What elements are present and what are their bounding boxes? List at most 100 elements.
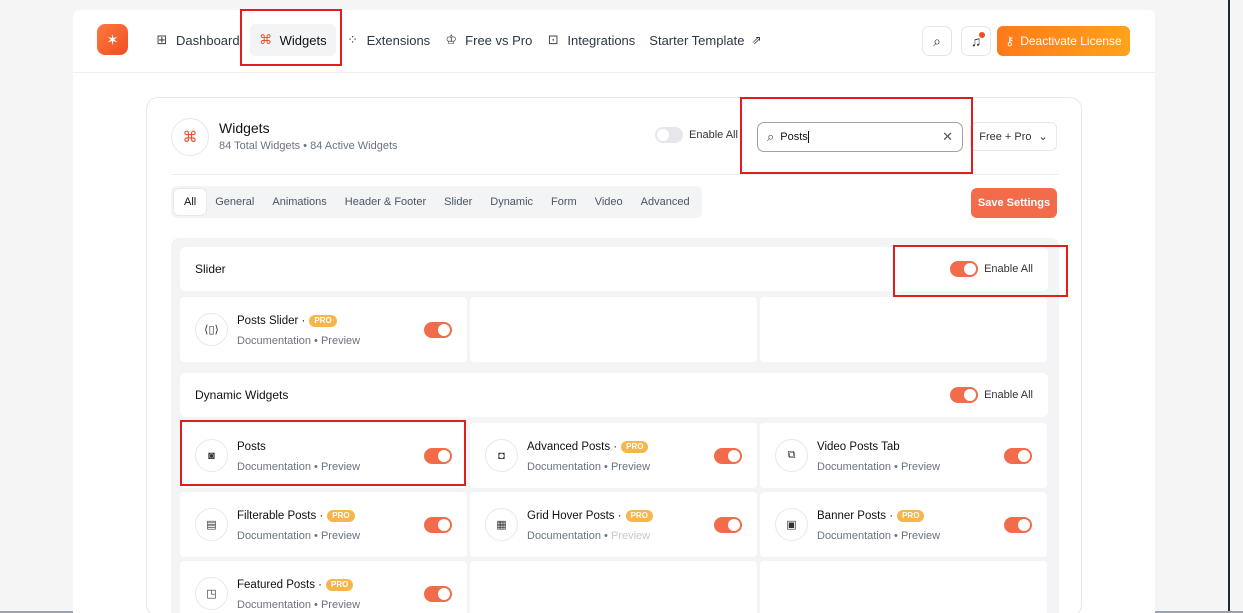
widget-toggle[interactable] — [424, 448, 452, 464]
nav-widgets[interactable]: ⌘ Widgets — [249, 24, 336, 56]
empty-card — [470, 297, 757, 362]
documentation-link[interactable]: Documentation — [817, 461, 891, 473]
search-field[interactable]: ⌕ Posts ✕ — [757, 122, 963, 152]
pro-badge: PRO — [621, 441, 649, 453]
section-header-slider: Slider Enable All — [180, 247, 1048, 291]
preview-link[interactable]: Preview — [321, 530, 360, 542]
plan-filter-select[interactable]: Free + Pro ⌄ — [970, 122, 1057, 151]
widget-card-grid-hover-posts: ▦ Grid Hover Posts · PRO Documentation • … — [470, 492, 757, 557]
tab-advanced[interactable]: Advanced — [632, 189, 699, 215]
widgets-count: 84 Total Widgets • 84 Active Widgets — [219, 140, 398, 152]
extensions-icon: ⁘ — [347, 32, 359, 47]
pro-badge: PRO — [897, 510, 925, 522]
widget-card-advanced-posts: ◘ Advanced Posts · PRO Documentation • Pr… — [470, 423, 757, 488]
deactivate-license-button[interactable]: ⚷ Deactivate License — [997, 26, 1130, 56]
puzzle-icon: ⊡ — [547, 32, 559, 47]
preview-link[interactable]: Preview — [321, 335, 360, 347]
preview-link[interactable]: Preview — [611, 530, 650, 542]
widget-toggle[interactable] — [424, 517, 452, 533]
preview-link[interactable]: Preview — [901, 461, 940, 473]
tab-animations[interactable]: Animations — [263, 189, 335, 215]
enable-all-dynamic: Enable All — [950, 387, 1033, 403]
pro-badge: PRO — [625, 510, 653, 522]
documentation-link[interactable]: Documentation — [237, 530, 311, 542]
featured-posts-icon: ◳ — [195, 577, 228, 610]
widget-toggle[interactable] — [424, 322, 452, 338]
page-title: Widgets — [219, 120, 270, 136]
tab-video[interactable]: Video — [586, 189, 632, 215]
documentation-link[interactable]: Documentation — [817, 530, 891, 542]
widget-card-featured-posts: ◳ Featured Posts · PRO Documentation • Pr… — [180, 561, 467, 613]
command-icon: ⌘ — [171, 118, 209, 156]
brand-logo[interactable]: ✶ — [97, 24, 128, 55]
top-navigation-bar: ✶ ⊞ Dashboard ⌘ Widgets ⁘ Extensions ♔ F… — [73, 10, 1155, 73]
text-caret — [807, 131, 809, 144]
empty-card — [470, 561, 757, 613]
nav-integrations[interactable]: ⊡ Integrations — [542, 24, 639, 56]
main-nav: ⊞ Dashboard ⌘ Widgets ⁘ Extensions ♔ Fre… — [151, 24, 766, 56]
tab-dynamic[interactable]: Dynamic — [481, 189, 542, 215]
command-icon: ⌘ — [259, 32, 273, 47]
widget-card-filterable-posts: ▤ Filterable Posts · PRO Documentation • … — [180, 492, 467, 557]
widget-toggle[interactable] — [714, 448, 742, 464]
pro-badge: PRO — [326, 579, 354, 591]
widget-card-posts: ◙ Posts Documentation • Preview — [180, 423, 467, 488]
nav-free-vs-pro[interactable]: ♔ Free vs Pro — [440, 24, 536, 56]
preview-link[interactable]: Preview — [901, 530, 940, 542]
chevron-down-icon: ⌄ — [1038, 131, 1048, 143]
notifications-button[interactable]: ♫ — [961, 26, 991, 56]
tab-general[interactable]: General — [206, 189, 263, 215]
search-button[interactable]: ⌕ — [922, 26, 952, 56]
section-header-dynamic: Dynamic Widgets Enable All — [180, 373, 1048, 417]
save-settings-button[interactable]: Save Settings — [971, 188, 1057, 218]
documentation-link[interactable]: Documentation — [237, 461, 311, 473]
widgets-panel: ⌘ Widgets 84 Total Widgets • 84 Active W… — [146, 97, 1082, 613]
dashboard-icon: ⊞ — [156, 32, 168, 47]
tab-slider[interactable]: Slider — [435, 189, 481, 215]
widget-toggle[interactable] — [1004, 517, 1032, 533]
preview-link[interactable]: Preview — [321, 599, 360, 611]
tab-form[interactable]: Form — [542, 189, 586, 215]
enable-all-global: Enable All — [655, 127, 738, 143]
enable-all-toggle[interactable] — [655, 127, 683, 143]
category-tabs: All General Animations Header & Footer S… — [171, 186, 702, 218]
preview-link[interactable]: Preview — [611, 461, 650, 473]
pro-badge: PRO — [327, 510, 355, 522]
enable-all-slider: Enable All — [950, 261, 1033, 277]
tab-all[interactable]: All — [174, 189, 207, 215]
documentation-link[interactable]: Documentation — [527, 530, 601, 542]
documentation-link[interactable]: Documentation — [237, 335, 311, 347]
filterable-posts-icon: ▤ — [195, 508, 228, 541]
enable-all-slider-toggle[interactable] — [950, 261, 979, 277]
search-icon: ⌕ — [767, 129, 775, 144]
widget-card-banner-posts: ▣ Banner Posts · PRO Documentation • Prev… — [760, 492, 1047, 557]
search-icon: ⌕ — [933, 32, 941, 49]
window-edge-line — [1228, 0, 1230, 613]
empty-card — [760, 297, 1047, 362]
video-posts-icon: ⧉ — [775, 439, 808, 472]
nav-starter-template[interactable]: Starter Template ⇗ — [645, 24, 765, 56]
slider-icon: ⟨▯⟩ — [195, 313, 228, 346]
preview-link[interactable]: Preview — [321, 461, 360, 473]
enable-all-dynamic-toggle[interactable] — [950, 387, 979, 403]
nav-dashboard[interactable]: ⊞ Dashboard — [151, 24, 244, 56]
search-input[interactable]: Posts — [780, 131, 936, 144]
pro-badge: PRO — [309, 315, 337, 327]
clear-search-icon[interactable]: ✕ — [942, 129, 953, 145]
documentation-link[interactable]: Documentation — [237, 599, 311, 611]
widget-card-posts-slider: ⟨▯⟩ Posts Slider · PRO Documentation • Pr… — [180, 297, 467, 362]
widget-toggle[interactable] — [1004, 448, 1032, 464]
external-link-icon: ⇗ — [751, 33, 762, 47]
nav-extensions[interactable]: ⁘ Extensions — [342, 24, 435, 56]
documentation-link[interactable]: Documentation — [527, 461, 601, 473]
notification-dot — [979, 32, 985, 38]
widget-toggle[interactable] — [424, 586, 452, 602]
grid-icon: ▦ — [485, 508, 518, 541]
tab-header-footer[interactable]: Header & Footer — [336, 189, 435, 215]
widget-card-video-posts-tab: ⧉ Video Posts Tab Documentation • Previe… — [760, 423, 1047, 488]
header-divider — [171, 174, 1059, 175]
posts-icon: ◙ — [195, 439, 228, 472]
widget-toggle[interactable] — [714, 517, 742, 533]
crown-icon: ♔ — [445, 32, 457, 47]
app-frame: ✶ ⊞ Dashboard ⌘ Widgets ⁘ Extensions ♔ F… — [73, 10, 1155, 613]
